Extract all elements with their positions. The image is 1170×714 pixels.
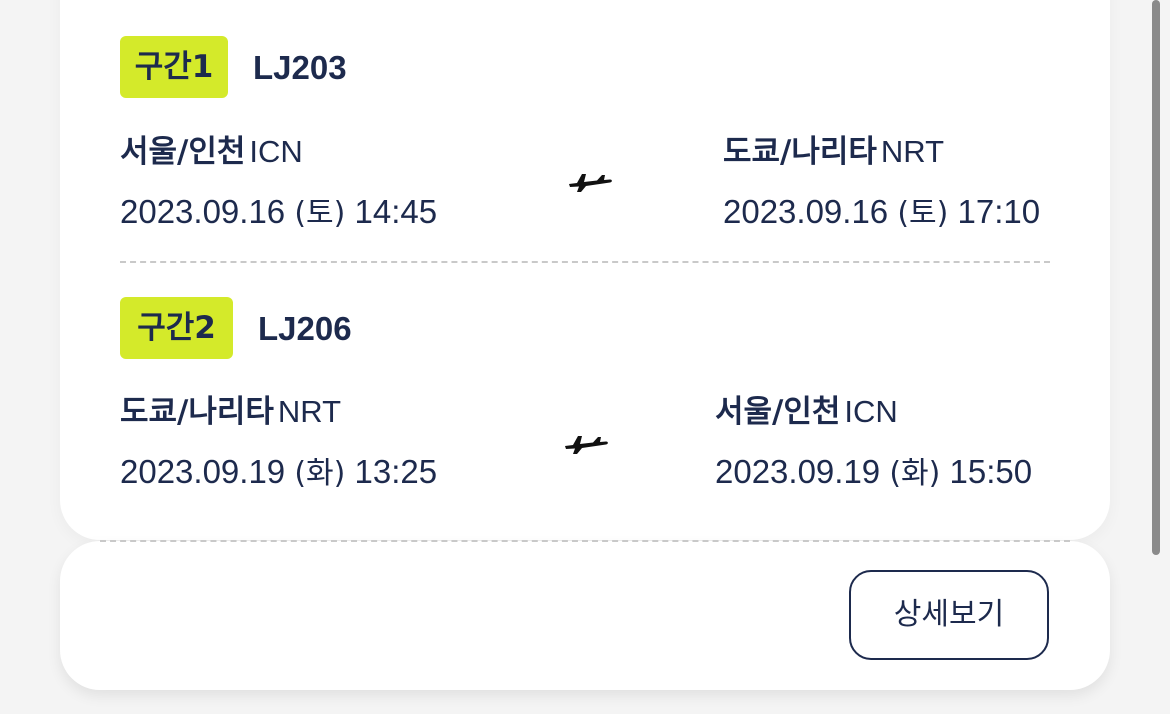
departure-code: ICN [249,134,303,169]
departure-time: 13:25 [354,453,438,490]
arrival-code: ICN [844,394,898,429]
arrival-city: 도쿄/나리타 [723,134,877,170]
segment-badge: 구간1 [120,36,228,98]
segment-badge: 구간2 [120,297,233,359]
flight-number: LJ203 [253,49,347,86]
arrival-airport: 서울/인천 ICN [715,392,898,432]
departure-datetime: 2023.09.16 (토) 14:45 [120,192,437,234]
departure-day: (토) [294,196,346,231]
arrival-date: 2023.09.16 [723,193,889,230]
arrival-time: 15:50 [949,453,1033,490]
scrollbar[interactable] [1152,0,1160,555]
departure-city: 도쿄/나리타 [120,394,274,430]
airplane-icon [565,436,608,454]
card-perforation [100,540,1070,542]
departure-date: 2023.09.19 [120,453,286,490]
arrival-datetime: 2023.09.19 (화) 15:50 [715,452,1032,494]
arrival-day: (화) [889,456,941,491]
arrival-city: 서울/인천 [715,394,841,430]
view-details-button[interactable]: 상세보기 [849,570,1049,660]
arrival-time: 17:10 [957,193,1041,230]
arrival-date: 2023.09.19 [715,453,881,490]
arrival-day: (토) [897,196,949,231]
departure-time: 14:45 [354,193,438,230]
airplane-icon [569,174,612,192]
departure-code: NRT [277,394,342,429]
departure-airport: 도쿄/나리타 NRT [120,392,341,432]
departure-city: 서울/인천 [120,134,246,170]
arrival-code: NRT [880,134,945,169]
segment-divider [120,261,1050,263]
flight-number: LJ206 [258,310,352,347]
arrival-airport: 도쿄/나리타 NRT [723,132,944,172]
departure-date: 2023.09.16 [120,193,286,230]
arrival-datetime: 2023.09.16 (토) 17:10 [723,192,1040,234]
departure-datetime: 2023.09.19 (화) 13:25 [120,452,437,494]
departure-airport: 서울/인천 ICN [120,132,303,172]
departure-day: (화) [294,456,346,491]
